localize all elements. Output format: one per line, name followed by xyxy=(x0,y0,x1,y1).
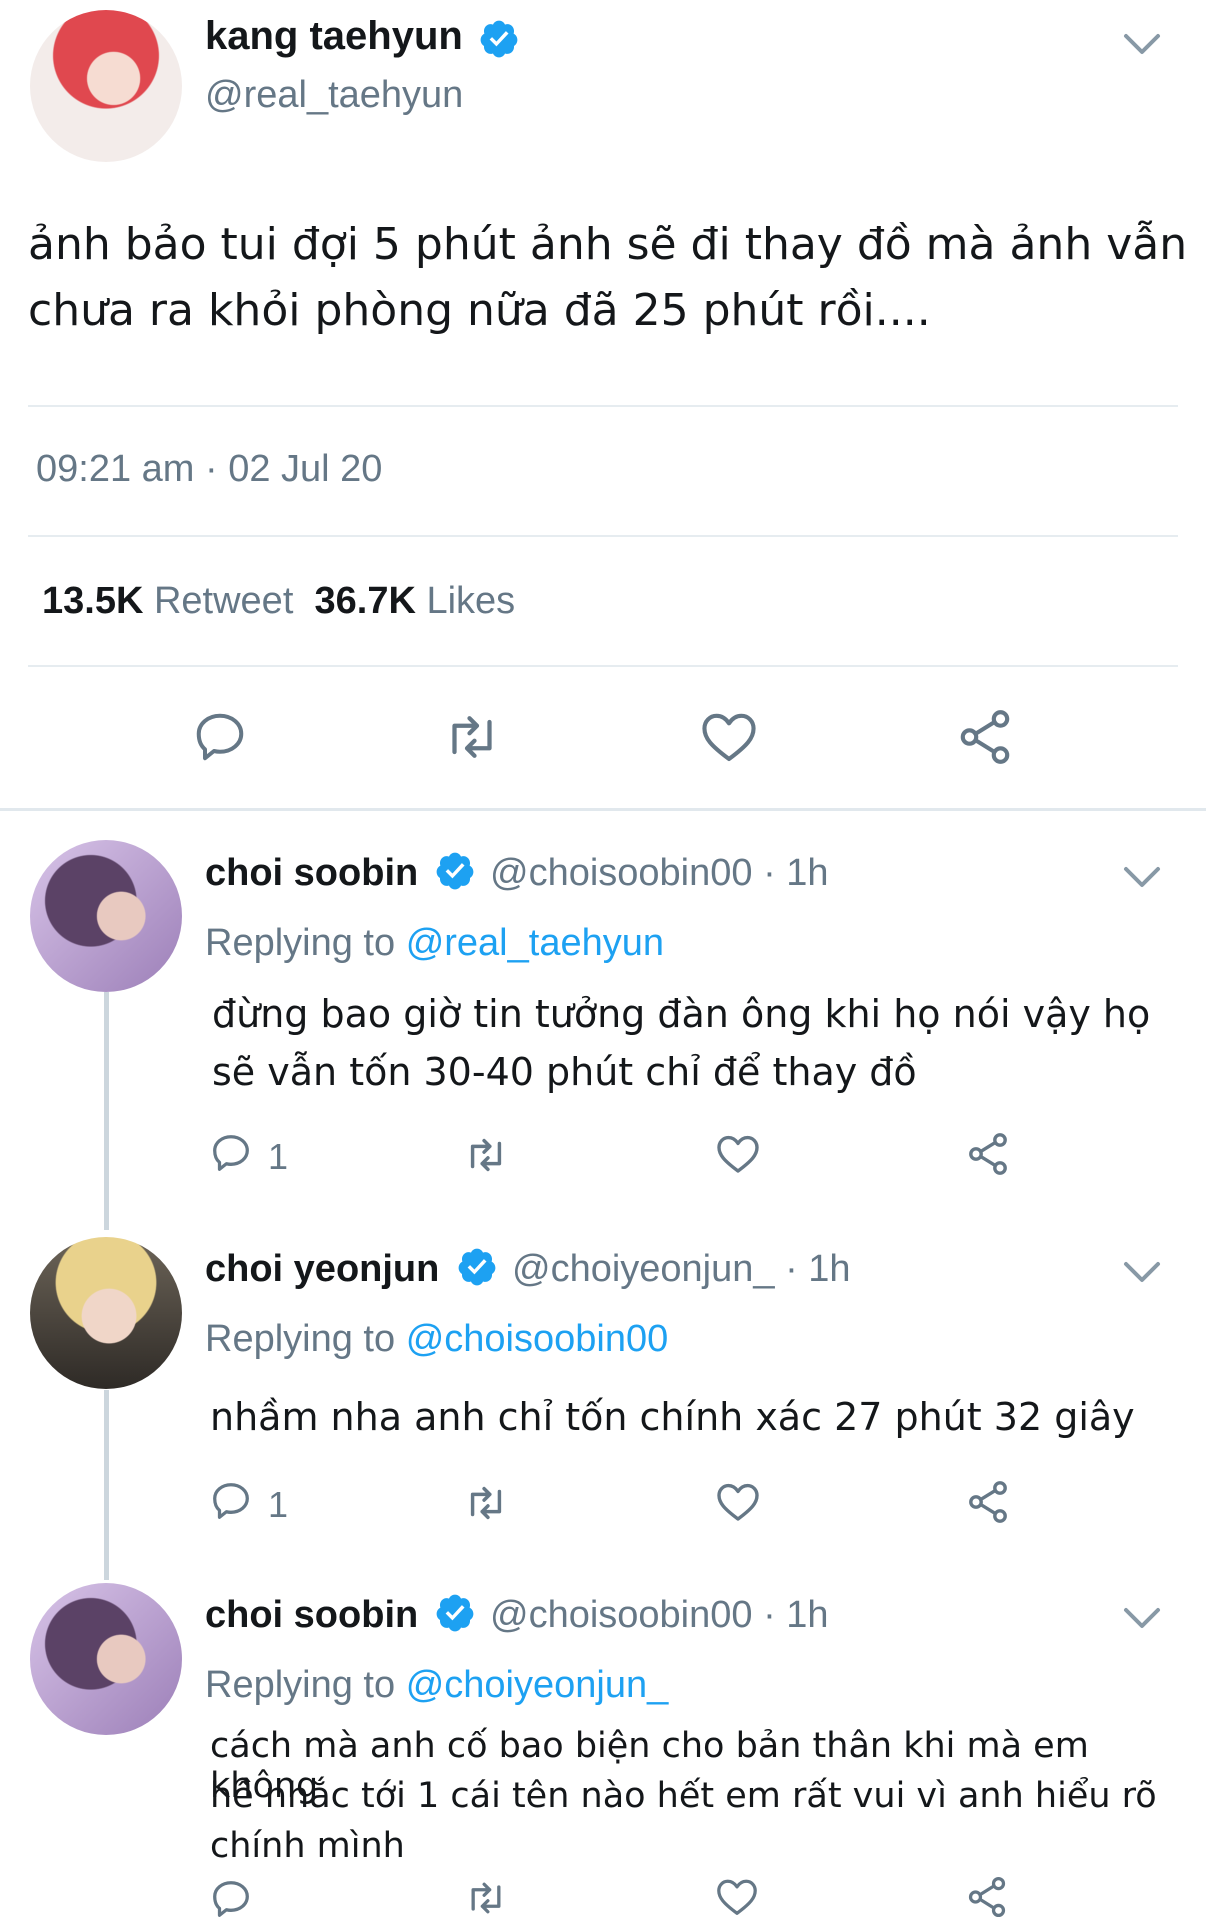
reply-icon[interactable] xyxy=(208,1130,254,1176)
author-handle[interactable]: @choisoobin00 · 1h xyxy=(490,852,829,895)
like-icon[interactable] xyxy=(698,706,760,768)
replying-to: Replying to @real_taehyun xyxy=(205,922,664,965)
retweet-icon[interactable] xyxy=(438,707,506,767)
author-handle[interactable]: @choiyeonjun_ · 1h xyxy=(512,1248,851,1291)
share-icon[interactable] xyxy=(954,706,1016,768)
like-icon[interactable] xyxy=(714,1874,760,1920)
reply-icon[interactable] xyxy=(190,707,250,767)
verified-badge-icon xyxy=(458,1248,496,1286)
retweet-count[interactable]: 13.5K xyxy=(42,580,143,622)
tweet-timestamp[interactable]: 09:21 am · 02 Jul 20 xyxy=(36,448,382,491)
mention-link[interactable]: @choisoobin00 xyxy=(406,1318,669,1360)
thread-line xyxy=(104,1390,109,1580)
avatar[interactable] xyxy=(30,840,182,992)
chevron-down-icon[interactable] xyxy=(1122,1260,1162,1284)
author-handle[interactable]: @real_taehyun xyxy=(205,74,463,117)
verified-badge-icon xyxy=(480,20,518,58)
section-divider xyxy=(0,808,1206,811)
avatar[interactable] xyxy=(30,10,182,162)
retweet-icon[interactable] xyxy=(460,1480,512,1526)
mention-link[interactable]: @choiyeonjun_ xyxy=(406,1664,669,1706)
author-name[interactable]: choi soobin xyxy=(205,1594,418,1637)
reply-text-line: hề nhắc tới 1 cái tên nào hết em rất vui… xyxy=(210,1776,1157,1816)
thread-line xyxy=(104,992,109,1230)
tweet-stats: 13.5K Retweet 36.7K Likes xyxy=(42,580,515,623)
tweet-text: ảnh bảo tui đợi 5 phút ảnh sẽ đi thay đồ… xyxy=(28,219,1188,336)
like-label[interactable]: Likes xyxy=(426,580,515,622)
replying-to: Replying to @choiyeonjun_ xyxy=(205,1664,668,1707)
divider xyxy=(28,665,1178,667)
divider xyxy=(28,405,1178,407)
reply-icon[interactable] xyxy=(208,1876,254,1920)
author-name[interactable]: kang taehyun xyxy=(205,14,463,59)
replying-to: Replying to @choisoobin00 xyxy=(205,1318,668,1361)
reply-text-line: chính mình xyxy=(210,1826,405,1866)
author-name[interactable]: choi yeonjun xyxy=(205,1248,439,1291)
replying-prefix: Replying to xyxy=(205,922,396,964)
like-icon[interactable] xyxy=(714,1478,762,1526)
share-icon[interactable] xyxy=(964,1130,1012,1178)
retweet-icon[interactable] xyxy=(460,1876,512,1920)
retweet-icon[interactable] xyxy=(460,1132,512,1178)
reply-text-line: sẽ vẫn tốn 30-40 phút chỉ để thay đồ xyxy=(212,1050,917,1094)
share-icon[interactable] xyxy=(964,1874,1010,1920)
share-icon[interactable] xyxy=(964,1478,1012,1526)
author-name[interactable]: choi soobin xyxy=(205,852,418,895)
retweet-label[interactable]: Retweet xyxy=(154,580,293,622)
reply-count: 1 xyxy=(268,1484,289,1525)
mention-link[interactable]: @real_taehyun xyxy=(406,922,664,964)
avatar[interactable] xyxy=(30,1237,182,1389)
reply-count: 1 xyxy=(268,1136,289,1177)
chevron-down-icon[interactable] xyxy=(1122,32,1162,56)
reply-icon[interactable] xyxy=(208,1478,254,1524)
chevron-down-icon[interactable] xyxy=(1122,1606,1162,1630)
verified-badge-icon xyxy=(436,852,474,890)
reply-text-line: đừng bao giờ tin tưởng đàn ông khi họ nó… xyxy=(212,992,1151,1036)
avatar[interactable] xyxy=(30,1583,182,1735)
divider xyxy=(28,535,1178,537)
like-icon[interactable] xyxy=(714,1130,762,1178)
reply-text-line: nhầm nha anh chỉ tốn chính xác 27 phút 3… xyxy=(210,1395,1135,1439)
author-handle[interactable]: @choisoobin00 · 1h xyxy=(490,1594,829,1637)
replying-prefix: Replying to xyxy=(205,1318,396,1360)
verified-badge-icon xyxy=(436,1594,474,1632)
like-count[interactable]: 36.7K xyxy=(315,580,416,622)
replying-prefix: Replying to xyxy=(205,1664,396,1706)
chevron-down-icon[interactable] xyxy=(1122,865,1162,889)
